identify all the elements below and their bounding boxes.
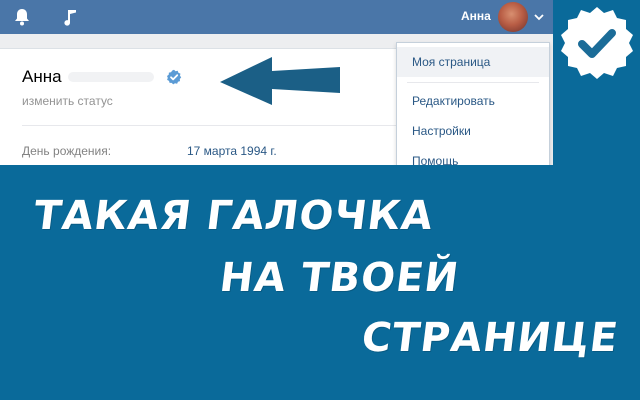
change-status-link[interactable]: изменить статус	[22, 94, 113, 108]
profile-name-row: Анна	[22, 67, 182, 87]
headline-line-2: НА ТВОЕЙ	[217, 255, 462, 301]
verified-check-icon	[166, 69, 181, 85]
birthday-label: День рождения:	[22, 144, 112, 158]
profile-card: Анна изменить статус День рождения: 17 м…	[0, 48, 420, 165]
profile-dropdown-menu: Моя страница Редактировать Настройки Пом…	[396, 42, 550, 165]
pointer-arrow	[220, 57, 340, 105]
profile-name: Анна	[22, 67, 62, 86]
blurred-surname	[67, 72, 154, 82]
music-icon[interactable]	[60, 7, 80, 27]
headline: ТАКАЯ ГАЛОЧКА НА ТВОЕЙ СТРАНИЦЕ	[0, 165, 640, 400]
profile-divider	[22, 125, 420, 126]
menu-item-help[interactable]: Помощь	[397, 146, 549, 165]
avatar[interactable]	[498, 2, 528, 32]
verified-badge-icon	[561, 7, 633, 79]
menu-item-my-page[interactable]: Моя страница	[397, 47, 549, 77]
chevron-down-icon[interactable]	[534, 13, 544, 21]
top-bar: Анна	[0, 0, 553, 34]
headline-line-3: СТРАНИЦЕ	[359, 315, 622, 361]
topbar-user-name[interactable]: Анна	[461, 9, 491, 23]
vk-screenshot: Анна Анна изменить статус День рождения:…	[0, 0, 640, 165]
birthday-value[interactable]: 17 марта 1994 г.	[187, 144, 277, 158]
menu-separator	[407, 82, 539, 83]
bell-icon[interactable]	[12, 7, 32, 27]
menu-item-settings[interactable]: Настройки	[397, 116, 549, 146]
headline-line-1: ТАКАЯ ГАЛОЧКА	[31, 193, 437, 239]
menu-item-edit[interactable]: Редактировать	[397, 86, 549, 116]
